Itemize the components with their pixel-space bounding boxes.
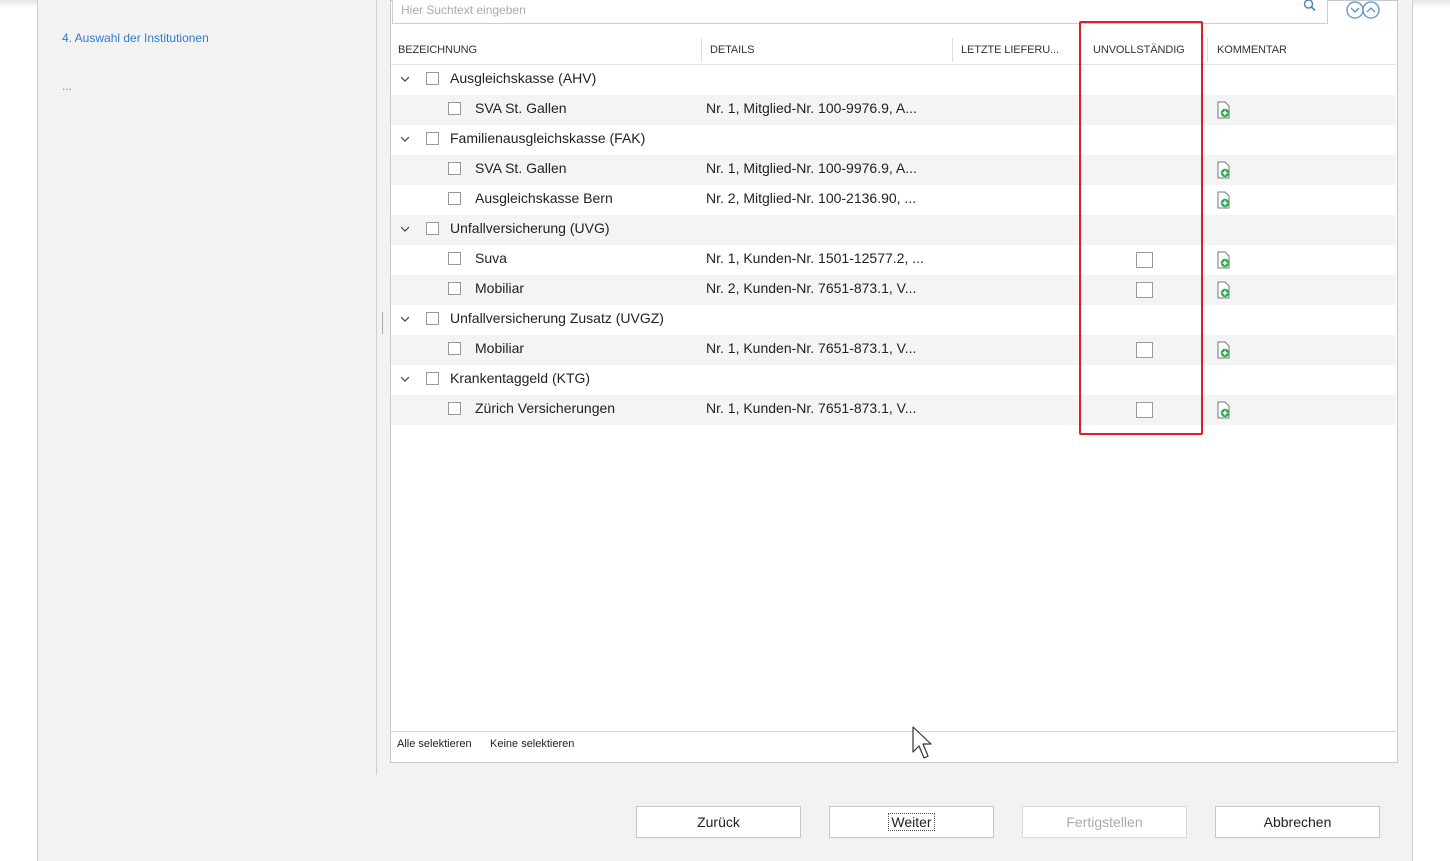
group-row[interactable]: Unfallversicherung (UVG): [391, 215, 1396, 245]
row-checkbox[interactable]: [448, 342, 461, 355]
institution-details: Nr. 1, Kunden-Nr. 7651-873.1, V...: [706, 400, 917, 416]
group-label: Unfallversicherung (UVG): [450, 220, 610, 236]
column-header-details[interactable]: DETAILS: [710, 36, 754, 64]
wizard-step-more: ...: [62, 79, 73, 93]
pane-splitter[interactable]: [376, 0, 377, 775]
group-row[interactable]: Krankentaggeld (KTG): [391, 365, 1396, 395]
institution-details: Nr. 1, Mitglied-Nr. 100-9976.9, A...: [706, 160, 917, 176]
group-label: Ausgleichskasse (AHV): [450, 70, 597, 86]
table-row[interactable]: Zürich Versicherungen Nr. 1, Kunden-Nr. …: [391, 395, 1396, 425]
institution-name: Zürich Versicherungen: [475, 400, 616, 416]
add-comment-icon[interactable]: [1217, 161, 1231, 179]
cancel-button[interactable]: Abbrechen: [1215, 806, 1380, 838]
group-checkbox[interactable]: [426, 222, 439, 235]
table-row[interactable]: SVA St. Gallen Nr. 1, Mitglied-Nr. 100-9…: [391, 95, 1396, 125]
wizard-steps-pane: [38, 0, 376, 775]
group-label: Familienausgleichskasse (FAK): [450, 130, 646, 146]
institution-name: SVA St. Gallen: [475, 100, 567, 116]
column-separator: [1207, 38, 1208, 62]
add-comment-icon[interactable]: [1217, 251, 1231, 269]
add-comment-icon[interactable]: [1217, 281, 1231, 299]
search-input[interactable]: [401, 3, 1281, 17]
row-checkbox[interactable]: [448, 192, 461, 205]
institution-name: Suva: [475, 250, 507, 266]
add-comment-icon[interactable]: [1217, 341, 1231, 359]
add-comment-icon[interactable]: [1217, 101, 1231, 119]
institution-details: Nr. 1, Mitglied-Nr. 100-9976.9, A...: [706, 100, 917, 116]
unvollstaendig-column-highlight: [1079, 21, 1203, 435]
institution-name: Mobiliar: [475, 340, 525, 356]
group-label: Unfallversicherung Zusatz (UVGZ): [450, 310, 664, 326]
mouse-cursor-icon: [912, 726, 932, 759]
chevron-down-icon[interactable]: [401, 375, 409, 383]
splitter-grip[interactable]: [382, 312, 383, 334]
finish-button[interactable]: Fertigstellen: [1022, 806, 1187, 838]
chevron-down-icon[interactable]: [401, 135, 409, 143]
table-row[interactable]: Mobiliar Nr. 2, Kunden-Nr. 7651-873.1, V…: [391, 275, 1396, 305]
table-row[interactable]: SVA St. Gallen Nr. 1, Mitglied-Nr. 100-9…: [391, 155, 1396, 185]
column-header-kommentar[interactable]: KOMMENTAR: [1217, 36, 1287, 64]
back-button[interactable]: Zurück: [636, 806, 801, 838]
column-separator: [701, 38, 702, 62]
next-button[interactable]: Weiter: [829, 806, 994, 838]
table-header: BEZEICHNUNG DETAILS LETZTE LIEFERU... UN…: [391, 36, 1396, 65]
row-checkbox[interactable]: [448, 282, 461, 295]
institution-name: Mobiliar: [475, 280, 525, 296]
chevron-down-icon[interactable]: [401, 225, 409, 233]
table-row[interactable]: Suva Nr. 1, Kunden-Nr. 1501-12577.2, ...: [391, 245, 1396, 275]
group-checkbox[interactable]: [426, 132, 439, 145]
select-all-link[interactable]: Alle selektieren: [397, 738, 472, 750]
row-checkbox[interactable]: [448, 402, 461, 415]
chevron-down-icon[interactable]: [401, 315, 409, 323]
group-label: Krankentaggeld (KTG): [450, 370, 591, 386]
row-checkbox[interactable]: [448, 102, 461, 115]
institution-name: SVA St. Gallen: [475, 160, 567, 176]
table-row[interactable]: Ausgleichskasse Bern Nr. 2, Mitglied-Nr.…: [391, 185, 1396, 215]
group-checkbox[interactable]: [426, 372, 439, 385]
next-button-label: Weiter: [888, 813, 935, 831]
column-header-letzte-lieferung[interactable]: LETZTE LIEFERU...: [961, 36, 1059, 64]
row-checkbox[interactable]: [448, 162, 461, 175]
group-checkbox[interactable]: [426, 72, 439, 85]
institution-details: Nr. 1, Kunden-Nr. 1501-12577.2, ...: [706, 250, 924, 266]
chevron-down-icon[interactable]: [401, 75, 409, 83]
expand-collapse-all-icon[interactable]: [1342, 0, 1392, 22]
institution-details: Nr. 2, Kunden-Nr. 7651-873.1, V...: [706, 280, 917, 296]
wizard-step-4[interactable]: 4. Auswahl der Institutionen: [62, 31, 209, 45]
group-row[interactable]: Unfallversicherung Zusatz (UVGZ): [391, 305, 1396, 335]
group-checkbox[interactable]: [426, 312, 439, 325]
row-checkbox[interactable]: [448, 252, 461, 265]
search-icon[interactable]: [1303, 0, 1317, 14]
column-header-bezeichnung[interactable]: BEZEICHNUNG: [398, 36, 477, 64]
select-none-link[interactable]: Keine selektieren: [490, 738, 574, 750]
institution-name: Ausgleichskasse Bern: [475, 190, 613, 206]
group-row[interactable]: Familienausgleichskasse (FAK): [391, 125, 1396, 155]
add-comment-icon[interactable]: [1217, 401, 1231, 419]
column-separator: [952, 38, 953, 62]
table-row[interactable]: Mobiliar Nr. 1, Kunden-Nr. 7651-873.1, V…: [391, 335, 1396, 365]
institution-details: Nr. 2, Mitglied-Nr. 100-2136.90, ...: [706, 190, 917, 206]
add-comment-icon[interactable]: [1217, 191, 1231, 209]
institution-details: Nr. 1, Kunden-Nr. 7651-873.1, V...: [706, 340, 917, 356]
group-row[interactable]: Ausgleichskasse (AHV): [391, 65, 1396, 95]
